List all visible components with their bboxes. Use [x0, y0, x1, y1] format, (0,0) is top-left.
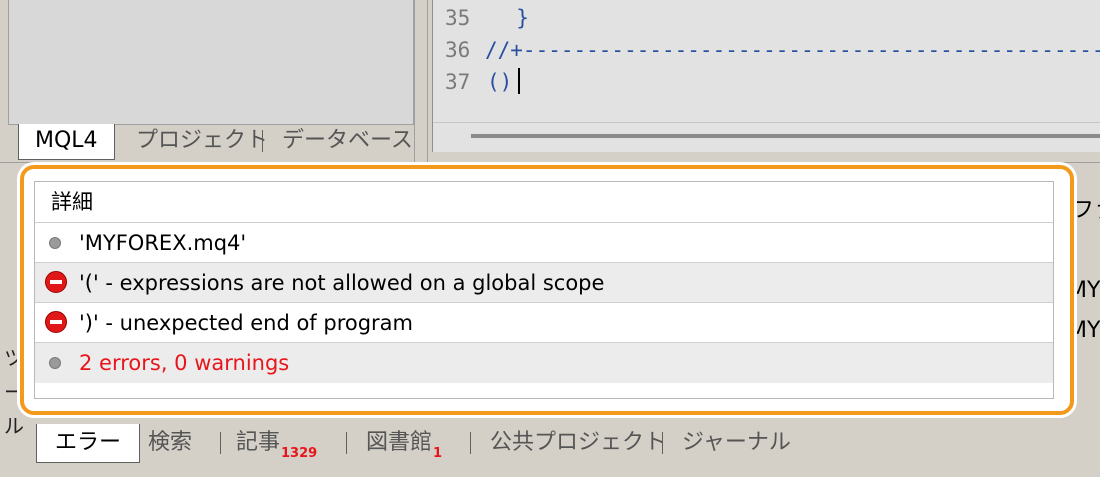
tab-articles[interactable]: 記事1329 [236, 424, 317, 462]
tab-public-projects[interactable]: 公共プロジェクト [490, 424, 666, 462]
tab-errors[interactable]: エラー [36, 424, 141, 463]
list-item[interactable]: 2 errors, 0 warnings [35, 342, 1053, 383]
tab-label: 検索 [148, 430, 193, 455]
message-text: 'MYFOREX.mq4' [79, 231, 247, 255]
column-header-label: 詳細 [51, 190, 93, 214]
column-header-description[interactable]: 詳細 [35, 182, 1053, 222]
column-header-file[interactable]: ファ [1072, 192, 1100, 224]
error-icon [45, 271, 67, 293]
code-editor[interactable]: 35 } 36 //+-----------------------------… [432, 0, 1100, 152]
message-text: '(' - expressions are not allowed on a g… [79, 271, 605, 295]
navigator-tab-bar: MQL4 プロジェクト データベース [12, 124, 413, 160]
tab-label: 公共プロジェクト [490, 430, 667, 455]
tab-badge: 1329 [281, 446, 318, 461]
code-text: () [487, 70, 513, 94]
tab-mql4[interactable]: MQL4 [18, 124, 115, 160]
list-item[interactable]: ')' - unexpected end of program [35, 302, 1053, 343]
tab-badge: 1 [433, 446, 443, 461]
horizontal-scrollbar[interactable] [471, 134, 1100, 138]
tab-journal[interactable]: ジャーナル [682, 424, 791, 462]
info-dot-icon [49, 357, 61, 369]
list-item[interactable]: 'MYFOREX.mq4' [35, 222, 1053, 263]
tab-separator [470, 432, 471, 454]
sidebar-label: ル [4, 414, 24, 438]
info-dot-icon [49, 237, 61, 249]
text-caret [518, 68, 520, 94]
tab-label: ジャーナル [682, 430, 791, 455]
tab-database[interactable]: データベース [266, 124, 429, 158]
message-text: ')' - unexpected end of program [79, 311, 414, 335]
toolbox-tab-bar: エラー 検索 記事1329 図書館1 公共プロジェクト ジャーナル [32, 424, 1100, 464]
navigator-panel: MQL4 プロジェクト データベース [0, 0, 414, 162]
message-list[interactable]: 詳細 'MYFOREX.mq4' '(' - expressions are n… [34, 181, 1054, 399]
tab-separator [346, 432, 347, 454]
navigator-tree[interactable] [8, 0, 414, 125]
line-number: 35 [445, 6, 471, 30]
tab-label: 図書館 [366, 430, 433, 455]
tab-label: 記事 [236, 430, 281, 455]
highlight-frame: 詳細 'MYFOREX.mq4' '(' - expressions are n… [20, 165, 1074, 415]
tab-label: エラー [55, 430, 122, 455]
tab-library[interactable]: 図書館1 [366, 424, 442, 462]
error-icon [45, 311, 67, 333]
summary-text: 2 errors, 0 warnings [79, 351, 290, 375]
tab-separator [662, 432, 663, 454]
code-text: } [491, 6, 529, 30]
line-number: 37 [445, 70, 471, 94]
list-item[interactable]: '(' - expressions are not allowed on a g… [35, 262, 1053, 303]
code-text: //+-------------------------------------… [485, 38, 1100, 62]
panel-splitter[interactable] [414, 0, 428, 162]
tab-separator [220, 432, 221, 454]
divider [433, 122, 1100, 123]
tab-search[interactable]: 検索 [148, 424, 192, 462]
line-number: 36 [445, 38, 471, 62]
tab-project[interactable]: プロジェクト [120, 124, 284, 158]
tab-separator [262, 130, 263, 152]
